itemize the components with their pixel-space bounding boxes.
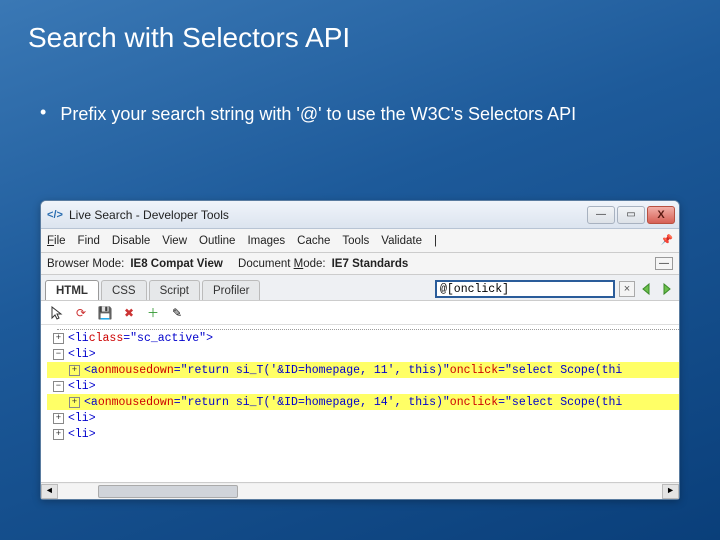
menu-find[interactable]: Find — [78, 235, 100, 247]
bullet-dot: • — [40, 102, 46, 126]
search-input[interactable] — [435, 280, 615, 298]
menu-validate[interactable]: Validate — [381, 235, 422, 247]
menu-disable[interactable]: Disable — [112, 235, 150, 247]
edit-icon[interactable]: ✎ — [169, 305, 185, 321]
devtools-window: </> Live Search - Developer Tools — ▭ X … — [40, 200, 680, 500]
bullet-text: Prefix your search string with '@' to us… — [60, 102, 576, 126]
titlebar: </> Live Search - Developer Tools — ▭ X — [41, 201, 679, 229]
tab-html[interactable]: HTML — [45, 280, 99, 300]
dom-row[interactable]: + <li> — [47, 410, 679, 426]
expand-icon[interactable]: + — [53, 413, 64, 424]
browser-mode-label: Browser Mode: — [47, 258, 124, 270]
browser-mode-value[interactable]: IE8 Compat View — [130, 258, 222, 270]
expand-icon[interactable]: + — [53, 333, 64, 344]
scroll-thumb[interactable] — [98, 485, 238, 498]
scroll-left-button[interactable]: ◄ — [41, 484, 58, 499]
dom-row-highlighted[interactable]: + <a onmousedown="return si_T('&ID=homep… — [47, 394, 679, 410]
tab-script[interactable]: Script — [149, 280, 200, 300]
document-mode-value[interactable]: IE7 Standards — [332, 258, 409, 270]
dom-toolbar: ⟳ 💾 ✖ ＋ ✎ — [41, 301, 679, 325]
expand-icon[interactable]: + — [69, 365, 80, 376]
maximize-button[interactable]: ▭ — [617, 206, 645, 224]
menu-file[interactable]: File — [47, 235, 66, 247]
menu-images[interactable]: Images — [247, 235, 285, 247]
dom-row[interactable]: − <li> — [47, 346, 679, 362]
tab-css[interactable]: CSS — [101, 280, 147, 300]
dom-row-highlighted[interactable]: + <a onmousedown="return si_T('&ID=homep… — [47, 362, 679, 378]
scroll-right-button[interactable]: ► — [662, 484, 679, 499]
tabrow: HTML CSS Script Profiler × — [41, 275, 679, 301]
stop-icon[interactable]: ✖ — [121, 305, 137, 321]
expand-icon[interactable]: + — [69, 397, 80, 408]
search-next-button[interactable] — [659, 282, 675, 296]
dom-row[interactable]: + <li class="sc_active"> — [47, 330, 679, 346]
dom-row[interactable]: + <li> — [47, 426, 679, 442]
dom-row[interactable]: − <li> — [47, 378, 679, 394]
menu-view[interactable]: View — [162, 235, 187, 247]
minimize-button[interactable]: — — [587, 206, 615, 224]
bullet-row: • Prefix your search string with '@' to … — [0, 54, 720, 126]
modebar: Browser Mode: IE8 Compat View Document M… — [41, 253, 679, 275]
add-icon[interactable]: ＋ — [145, 305, 161, 321]
refresh-icon[interactable]: ⟳ — [73, 305, 89, 321]
collapse-icon[interactable]: − — [53, 349, 64, 360]
close-button[interactable]: X — [647, 206, 675, 224]
search-prev-button[interactable] — [639, 282, 655, 296]
tab-profiler[interactable]: Profiler — [202, 280, 260, 300]
horizontal-scrollbar[interactable]: ◄ ► — [41, 482, 679, 499]
collapse-icon[interactable]: — — [655, 257, 673, 270]
slide-title: Search with Selectors API — [0, 0, 720, 54]
collapse-icon[interactable]: − — [53, 381, 64, 392]
menubar: File Find Disable View Outline Images Ca… — [41, 229, 679, 253]
expand-icon[interactable]: + — [53, 429, 64, 440]
window-title: Live Search - Developer Tools — [69, 208, 587, 222]
menu-outline[interactable]: Outline — [199, 235, 235, 247]
dom-pane[interactable]: + <li class="sc_active"> − <li> + <a onm… — [41, 325, 679, 499]
pin-icon[interactable]: 📌 — [661, 235, 673, 246]
menu-cache[interactable]: Cache — [297, 235, 330, 247]
document-mode-label: Document Mode: — [238, 258, 326, 270]
devtools-icon: </> — [47, 207, 63, 223]
save-icon[interactable]: 💾 — [97, 305, 113, 321]
menu-tools[interactable]: Tools — [342, 235, 369, 247]
pointer-icon[interactable] — [49, 305, 65, 321]
scroll-track[interactable] — [58, 484, 662, 499]
clear-search-button[interactable]: × — [619, 281, 635, 297]
